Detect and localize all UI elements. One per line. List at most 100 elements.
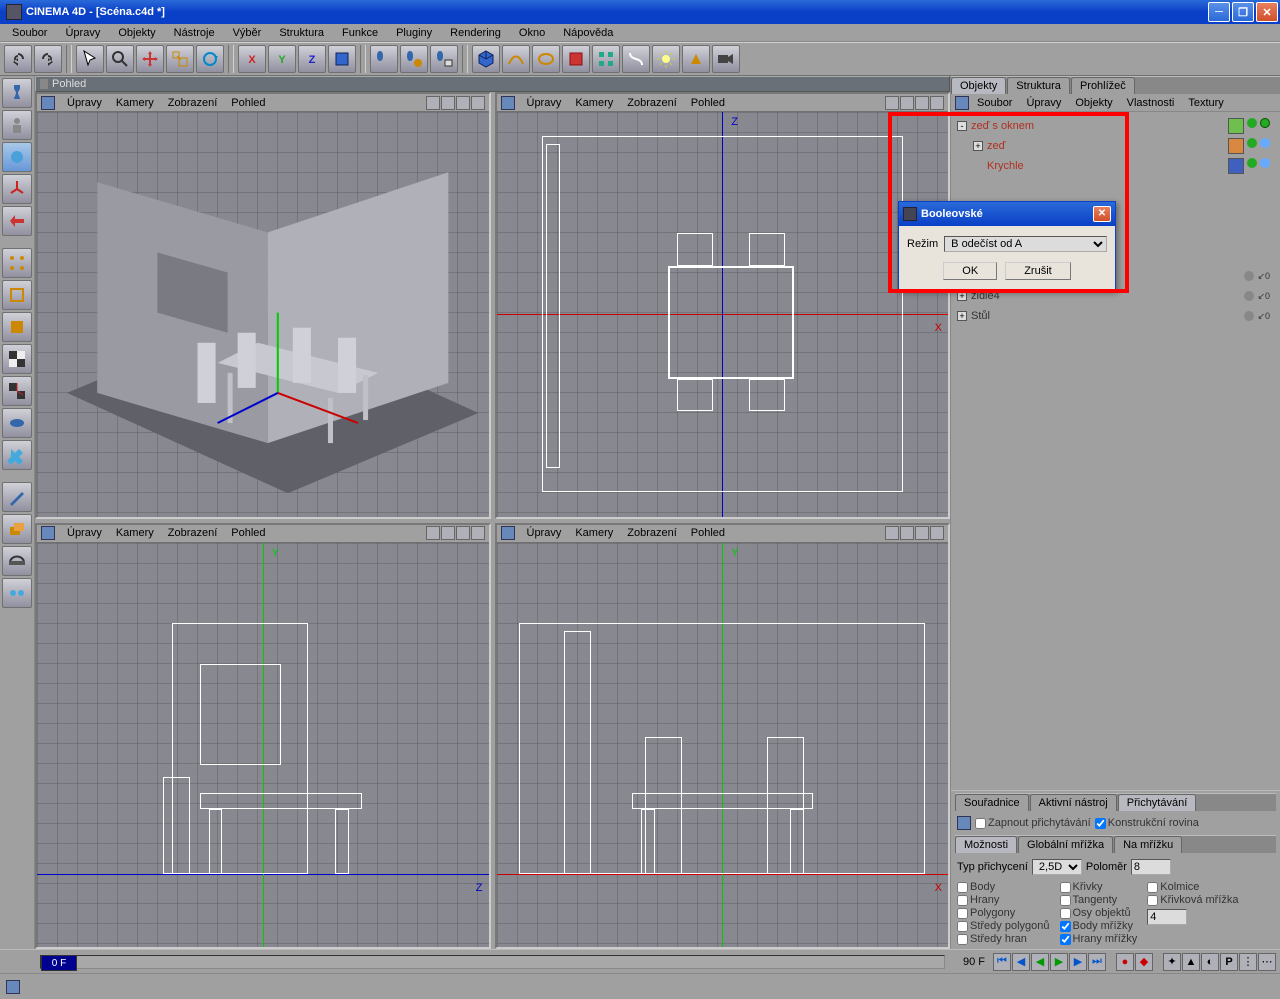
pmenu-upravy[interactable]: Úpravy <box>1020 96 1067 110</box>
chk-kolmice[interactable]: Kolmice <box>1147 881 1238 893</box>
lt-ik-icon[interactable] <box>2 408 32 438</box>
lt-extrude-icon[interactable] <box>2 514 32 544</box>
chk-stredy-polygonu[interactable]: Středy polygonů <box>957 920 1050 932</box>
pmenu-soubor[interactable]: Soubor <box>971 96 1018 110</box>
chk-polygony[interactable]: Polygony <box>957 907 1050 919</box>
tl-next-button[interactable]: ▶ <box>1069 953 1087 971</box>
chk-hrany-mrizky[interactable]: Hrany mřížky <box>1060 933 1138 945</box>
render-settings-button[interactable] <box>400 45 428 73</box>
vp-menu-upravy[interactable]: Úpravy <box>61 526 108 540</box>
render-view-button[interactable] <box>370 45 398 73</box>
chk-krivky[interactable]: Křivky <box>1060 881 1138 893</box>
menu-nastroje[interactable]: Nástroje <box>166 25 223 41</box>
obj-name[interactable]: Krychle <box>987 160 1024 172</box>
menu-funkce[interactable]: Funkce <box>334 25 386 41</box>
obj-name[interactable]: židle4 <box>971 290 1000 302</box>
dialog-titlebar[interactable]: Booleovské ✕ <box>899 202 1115 226</box>
status-config-icon[interactable] <box>6 980 20 994</box>
render-picture-button[interactable] <box>430 45 458 73</box>
snap-type-select[interactable]: 2,5D <box>1032 859 1082 875</box>
pmenu-textury[interactable]: Textury <box>1182 96 1229 110</box>
timeline-slider[interactable]: 0 F <box>40 955 945 969</box>
dialog-close-button[interactable]: ✕ <box>1093 206 1111 222</box>
snap-radius-input[interactable] <box>1131 859 1171 875</box>
menu-soubor[interactable]: Soubor <box>4 25 55 41</box>
coord-system-button[interactable] <box>328 45 356 73</box>
vp-menu-zobrazeni[interactable]: Zobrazení <box>621 526 683 540</box>
vp-config-icon[interactable] <box>41 526 55 540</box>
vp-max-icon[interactable] <box>471 96 485 110</box>
chk-body[interactable]: Body <box>957 881 1050 893</box>
tl-opt6-button[interactable]: ⋯ <box>1258 953 1276 971</box>
vp-menu-kamery[interactable]: Kamery <box>569 96 619 110</box>
menu-struktura[interactable]: Struktura <box>271 25 332 41</box>
add-hypernurbs-button[interactable] <box>562 45 590 73</box>
vp-menu-kamery[interactable]: Kamery <box>110 526 160 540</box>
vp-config-icon[interactable] <box>501 96 515 110</box>
obj-name[interactable]: zeď s oknem <box>971 120 1034 132</box>
vp-zoom-icon[interactable] <box>900 96 914 110</box>
vp-max-icon[interactable] <box>930 526 944 540</box>
chk-body-mrizky[interactable]: Body mřížky <box>1060 920 1138 932</box>
chk-krivkova[interactable]: Křivková mřížka <box>1147 894 1238 906</box>
menu-napoveda[interactable]: Nápověda <box>555 25 621 41</box>
select-tool[interactable] <box>76 45 104 73</box>
expand-icon[interactable]: + <box>957 311 967 321</box>
vp-zoom-icon[interactable] <box>441 526 455 540</box>
viewport-side[interactable]: Úpravy Kamery Zobrazení Pohled X Y <box>495 523 951 950</box>
vp-rotate-icon[interactable] <box>456 96 470 110</box>
add-array-button[interactable] <box>592 45 620 73</box>
vp-menu-pohled[interactable]: Pohled <box>685 526 731 540</box>
lt-object-icon[interactable] <box>2 142 32 172</box>
obj-row[interactable]: + Stůl ↙0 <box>955 306 1276 326</box>
menu-rendering[interactable]: Rendering <box>442 25 509 41</box>
viewport-top[interactable]: Úpravy Kamery Zobrazení Pohled X Z <box>495 92 951 519</box>
lt-axis-icon[interactable] <box>2 174 32 204</box>
panel-config-icon[interactable] <box>955 96 969 110</box>
tl-first-button[interactable]: ⏮ <box>993 953 1011 971</box>
expand-icon[interactable]: + <box>973 141 983 151</box>
panel-config-icon[interactable] <box>957 816 971 830</box>
rotate-tool[interactable] <box>196 45 224 73</box>
close-button[interactable]: ✕ <box>1256 2 1278 22</box>
tab-souradnice[interactable]: Souřadnice <box>955 794 1029 811</box>
move-tool[interactable] <box>136 45 164 73</box>
chk-hrany[interactable]: Hrany <box>957 894 1050 906</box>
pmenu-vlastnosti[interactable]: Vlastnosti <box>1121 96 1181 110</box>
lt-edges-icon[interactable] <box>2 280 32 310</box>
snap-constr[interactable]: Konstrukční rovina <box>1095 817 1199 829</box>
viewport-front[interactable]: Úpravy Kamery Zobrazení Pohled Z Y <box>35 523 491 950</box>
tab-moznosti[interactable]: Možnosti <box>955 836 1017 853</box>
add-scene-button[interactable] <box>682 45 710 73</box>
undo-button[interactable] <box>4 45 32 73</box>
lt-texture-icon[interactable] <box>2 344 32 374</box>
tab-prohlizec[interactable]: Prohlížeč <box>1071 77 1135 94</box>
vp-max-icon[interactable] <box>930 96 944 110</box>
vp-menu-zobrazeni[interactable]: Zobrazení <box>162 96 224 110</box>
z-axis-lock[interactable]: Z <box>298 45 326 73</box>
tab-globalni[interactable]: Globální mřížka <box>1018 836 1113 853</box>
zoom-tool[interactable] <box>106 45 134 73</box>
vp-menu-pohled[interactable]: Pohled <box>225 96 271 110</box>
lt-polygons-icon[interactable] <box>2 312 32 342</box>
tl-opt5-button[interactable]: ⋮ <box>1239 953 1257 971</box>
y-axis-lock[interactable]: Y <box>268 45 296 73</box>
minimize-button[interactable]: ─ <box>1208 2 1230 22</box>
vp-rotate-icon[interactable] <box>456 526 470 540</box>
vp-config-icon[interactable] <box>41 96 55 110</box>
vp-menu-zobrazeni[interactable]: Zobrazení <box>621 96 683 110</box>
vp-menu-kamery[interactable]: Kamery <box>569 526 619 540</box>
tab-prichytavani[interactable]: Přichytávání <box>1118 794 1197 811</box>
expand-icon[interactable]: + <box>957 291 967 301</box>
add-light-button[interactable] <box>652 45 680 73</box>
obj-row[interactable]: + zeď <box>955 136 1276 156</box>
vp-zoom-icon[interactable] <box>900 526 914 540</box>
tl-play-button[interactable]: ▶ <box>1050 953 1068 971</box>
maximize-button[interactable]: ❐ <box>1232 2 1254 22</box>
timeline-knob[interactable]: 0 F <box>41 955 77 971</box>
lt-model-icon[interactable] <box>2 110 32 140</box>
add-nurbs-button[interactable] <box>532 45 560 73</box>
tl-prev-button[interactable]: ◀ <box>1012 953 1030 971</box>
menu-upravy[interactable]: Úpravy <box>57 25 108 41</box>
vp-menu-upravy[interactable]: Úpravy <box>521 526 568 540</box>
